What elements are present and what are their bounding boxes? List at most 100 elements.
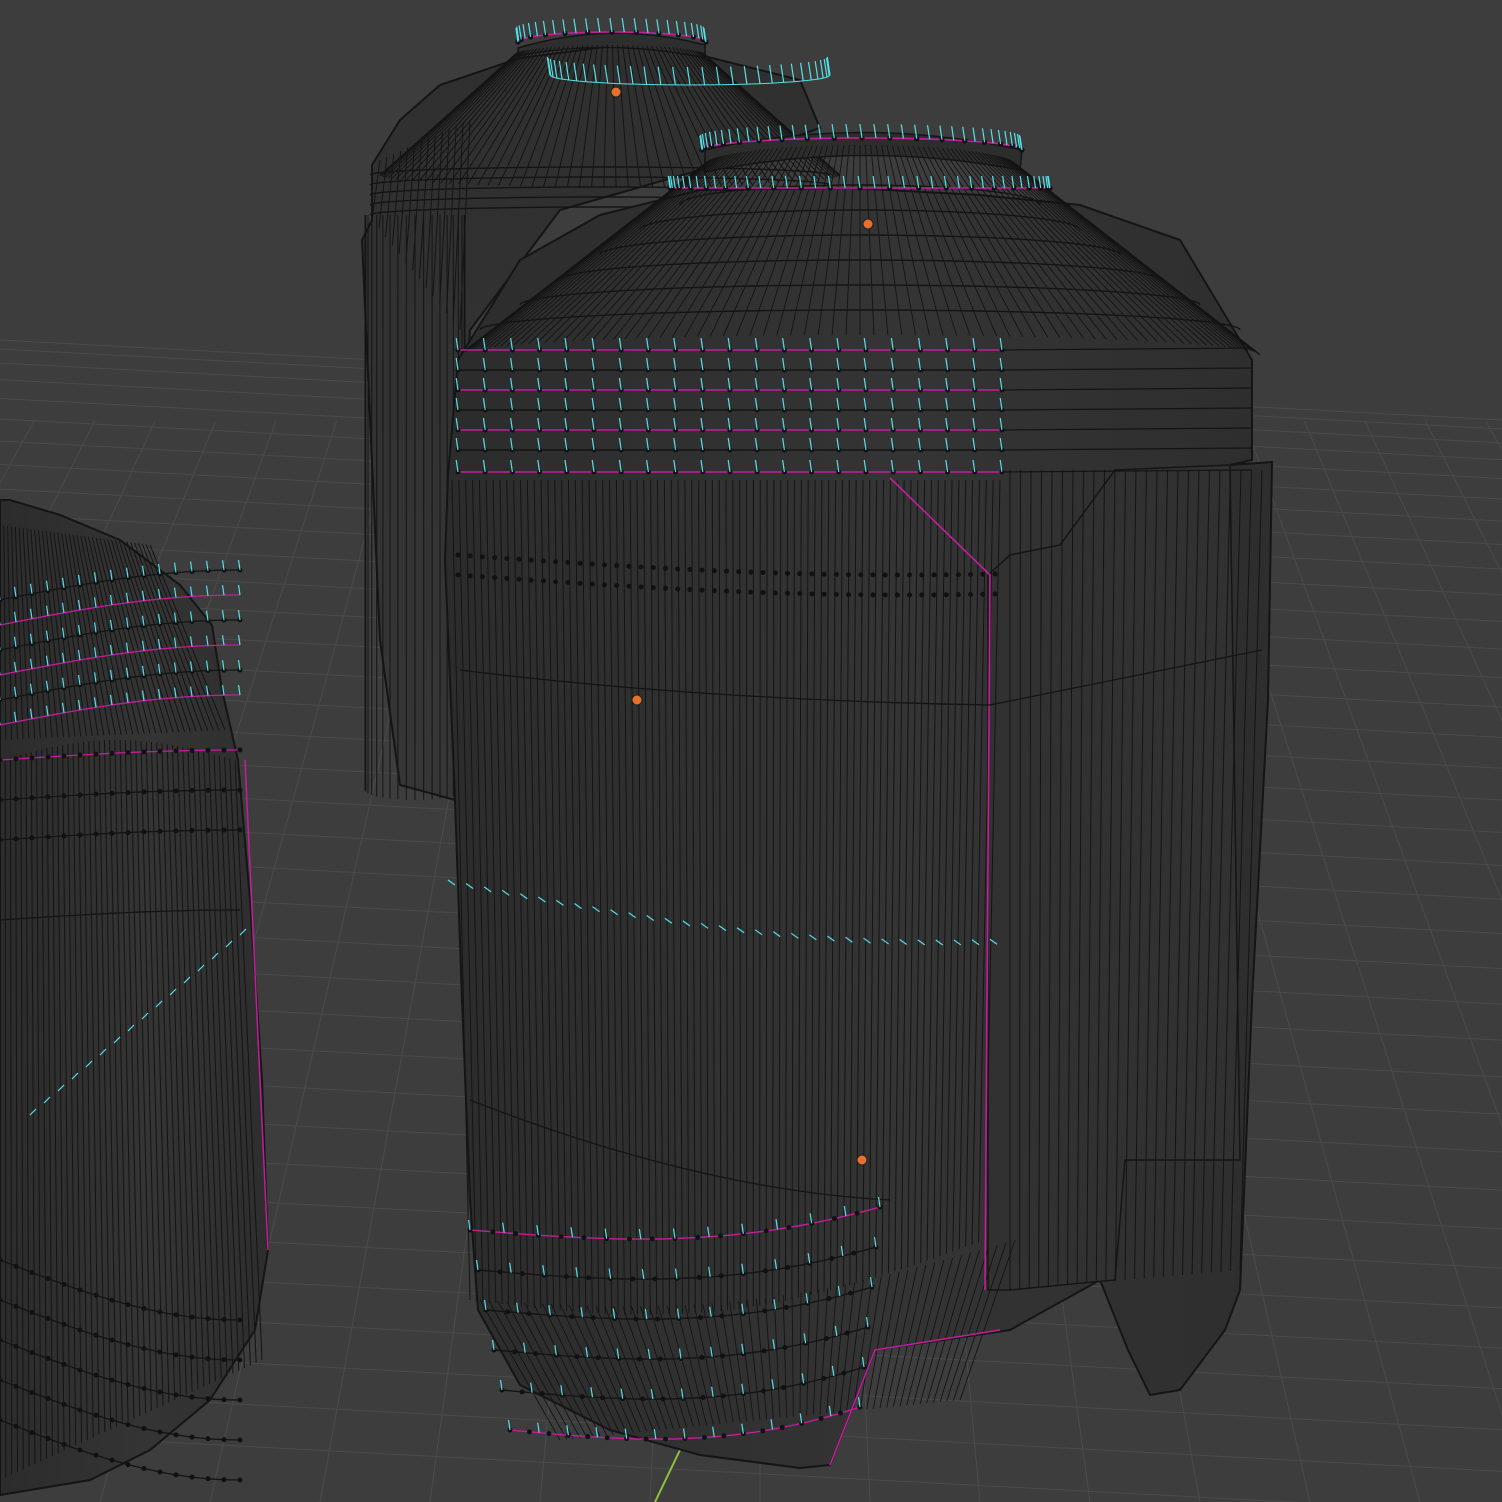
vertex bbox=[109, 1417, 115, 1423]
vertex bbox=[109, 790, 115, 796]
vertex bbox=[797, 571, 803, 577]
vertex bbox=[61, 1281, 67, 1287]
vertex bbox=[675, 566, 681, 572]
vertex bbox=[237, 1397, 243, 1403]
vertex bbox=[697, 1315, 703, 1321]
vertex bbox=[821, 571, 827, 577]
vertex bbox=[221, 787, 227, 793]
vertex bbox=[980, 571, 986, 577]
vertex bbox=[980, 591, 986, 597]
vertex bbox=[157, 1309, 163, 1315]
vertex bbox=[221, 747, 227, 753]
vertex bbox=[540, 558, 546, 564]
vertex bbox=[93, 1412, 99, 1418]
vertex bbox=[77, 832, 83, 838]
vertex bbox=[786, 1224, 792, 1230]
vertex bbox=[77, 1287, 83, 1293]
vertex bbox=[157, 1469, 163, 1475]
vertex bbox=[760, 1388, 766, 1394]
vertex bbox=[29, 1309, 35, 1315]
vertex bbox=[696, 1275, 702, 1281]
vertex bbox=[221, 1357, 227, 1363]
vertex bbox=[61, 1361, 67, 1367]
vertex bbox=[838, 1410, 844, 1416]
vertex bbox=[61, 1401, 67, 1407]
vertex bbox=[700, 1395, 706, 1401]
vertex bbox=[221, 1437, 227, 1443]
front-origin-low bbox=[856, 1154, 868, 1166]
vertex bbox=[585, 1434, 591, 1440]
vertex bbox=[783, 1304, 789, 1310]
vertex bbox=[772, 590, 778, 596]
vertex bbox=[221, 1317, 227, 1323]
vertex bbox=[77, 1447, 83, 1453]
vertex bbox=[574, 1354, 580, 1360]
vertex bbox=[492, 575, 498, 581]
vertex bbox=[125, 1422, 131, 1428]
vertex bbox=[558, 1234, 564, 1240]
vertex bbox=[569, 1314, 575, 1320]
vertex bbox=[13, 836, 19, 842]
vertex bbox=[45, 1276, 51, 1282]
vertex bbox=[45, 834, 51, 840]
vertex bbox=[763, 1228, 769, 1234]
vertex bbox=[589, 581, 595, 587]
vertex bbox=[675, 586, 681, 592]
vertex bbox=[701, 1435, 707, 1441]
vertex bbox=[630, 1276, 636, 1282]
vertex bbox=[141, 1466, 147, 1472]
3d-viewport[interactable] bbox=[0, 0, 1502, 1502]
vertex bbox=[205, 1476, 211, 1482]
vertex bbox=[109, 830, 115, 836]
vertex bbox=[600, 1395, 606, 1401]
vertex bbox=[189, 747, 195, 753]
canister-front[interactable] bbox=[443, 123, 1274, 1470]
vertex bbox=[968, 591, 974, 597]
vertex bbox=[785, 590, 791, 596]
vertex bbox=[237, 747, 243, 753]
vertex bbox=[173, 1352, 179, 1358]
vertex bbox=[45, 794, 51, 800]
vertex bbox=[563, 1274, 569, 1280]
vertex bbox=[173, 788, 179, 794]
vertex bbox=[45, 754, 51, 760]
vertex bbox=[721, 1433, 727, 1439]
vertex bbox=[93, 791, 99, 797]
wire-edge bbox=[739, 479, 741, 1309]
vertex bbox=[516, 556, 522, 562]
front-origin-mid bbox=[631, 694, 643, 706]
vertex bbox=[657, 1356, 663, 1362]
vertex bbox=[173, 1392, 179, 1398]
vertex bbox=[13, 1303, 19, 1309]
vertex bbox=[724, 588, 729, 594]
vertex bbox=[455, 552, 461, 558]
vertex bbox=[821, 591, 827, 597]
vertex bbox=[93, 1452, 99, 1458]
vertex bbox=[13, 1423, 19, 1429]
vertex bbox=[61, 833, 67, 839]
vertex bbox=[736, 569, 742, 575]
vertex bbox=[237, 1477, 243, 1483]
vertex bbox=[189, 1394, 195, 1400]
vertex bbox=[125, 1462, 131, 1468]
vertex bbox=[720, 1353, 726, 1359]
vertex bbox=[45, 1356, 51, 1362]
vertex bbox=[823, 1336, 829, 1342]
vertex bbox=[61, 753, 67, 759]
vertex bbox=[553, 579, 559, 585]
vertex bbox=[894, 572, 900, 578]
vertex bbox=[29, 1429, 35, 1435]
vertex bbox=[907, 592, 913, 598]
wire-edge bbox=[4, 758, 7, 1478]
vertex bbox=[205, 787, 211, 793]
vertex bbox=[237, 827, 243, 833]
vertex bbox=[45, 1396, 51, 1402]
vertex bbox=[649, 1236, 655, 1242]
vertex bbox=[141, 1346, 147, 1352]
vertex bbox=[221, 1477, 227, 1483]
vertex bbox=[663, 1436, 669, 1442]
vertex bbox=[781, 1384, 787, 1390]
vertex bbox=[662, 565, 668, 571]
vertex bbox=[221, 1397, 227, 1403]
vertex bbox=[650, 565, 656, 571]
